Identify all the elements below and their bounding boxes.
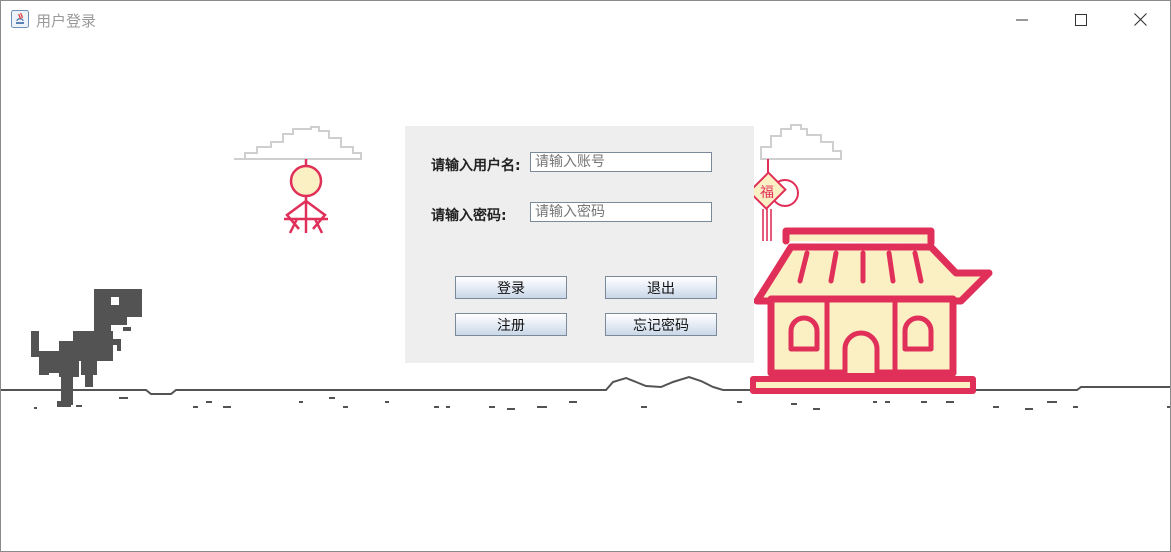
hanging-ornament <box>284 159 328 234</box>
login-button[interactable]: 登录 <box>455 276 567 299</box>
close-button[interactable] <box>1111 1 1169 38</box>
login-panel: 请输入用户名: 请输入密码: 登录 退出 注册 忘记密码 <box>405 126 754 363</box>
cloud-right <box>760 124 842 160</box>
ground-pebbles <box>34 397 1170 410</box>
password-label: 请输入密码: <box>431 208 507 224</box>
title-bar: 用户登录 <box>1 1 1170 38</box>
register-button[interactable]: 注册 <box>455 313 567 336</box>
lantern-character: 福 <box>760 185 774 201</box>
password-input[interactable] <box>530 202 712 222</box>
ground-line <box>1 375 1170 395</box>
exit-button[interactable]: 退出 <box>605 276 717 299</box>
username-label: 请输入用户名: <box>431 158 521 174</box>
minimize-icon <box>1016 19 1028 20</box>
maximize-button[interactable] <box>1052 1 1110 38</box>
maximize-icon <box>1075 13 1087 26</box>
login-window: 用户登录 福 请输入用户名: 请输入账号 请输入密码: 请输入密码 登录 退出 … <box>0 0 1171 552</box>
chinese-house <box>750 227 993 394</box>
close-icon <box>1133 13 1147 26</box>
minimize-button[interactable] <box>993 1 1051 38</box>
username-input[interactable] <box>530 152 712 172</box>
java-app-icon <box>11 10 29 28</box>
window-title: 用户登录 <box>36 12 97 30</box>
forgot-password-button[interactable]: 忘记密码 <box>605 313 717 336</box>
cloud-left <box>234 126 362 160</box>
